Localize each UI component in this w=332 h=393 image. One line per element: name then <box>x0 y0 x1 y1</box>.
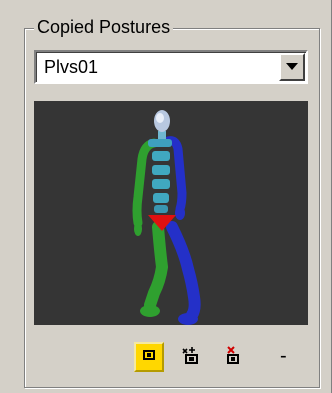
neck <box>158 131 166 139</box>
copy-posture-button[interactable] <box>134 342 164 372</box>
left-leg <box>140 221 169 317</box>
copied-postures-panel: Copied Postures Plvs01 - <box>0 0 332 393</box>
dropdown-arrow-button[interactable] <box>279 53 305 81</box>
posture-delete-icon <box>224 345 242 370</box>
collapse-minus-button[interactable]: - <box>280 346 287 366</box>
head-highlight <box>156 113 164 123</box>
posture-copy-icon <box>141 348 157 367</box>
chevron-down-icon <box>286 58 298 76</box>
delete-posture-button[interactable] <box>218 342 248 372</box>
spine <box>148 139 172 213</box>
paste-posture-button[interactable] <box>176 342 206 372</box>
posture-dropdown[interactable]: Plvs01 <box>34 50 308 84</box>
right-leg <box>166 221 201 325</box>
posture-paste-icon <box>180 345 202 370</box>
posture-dropdown-value: Plvs01 <box>44 57 99 77</box>
right-arm <box>163 136 187 220</box>
left-arm <box>132 138 159 236</box>
biped-figure <box>132 110 201 325</box>
posture-preview-viewport[interactable] <box>34 101 308 325</box>
group-title: Copied Postures <box>34 16 174 38</box>
